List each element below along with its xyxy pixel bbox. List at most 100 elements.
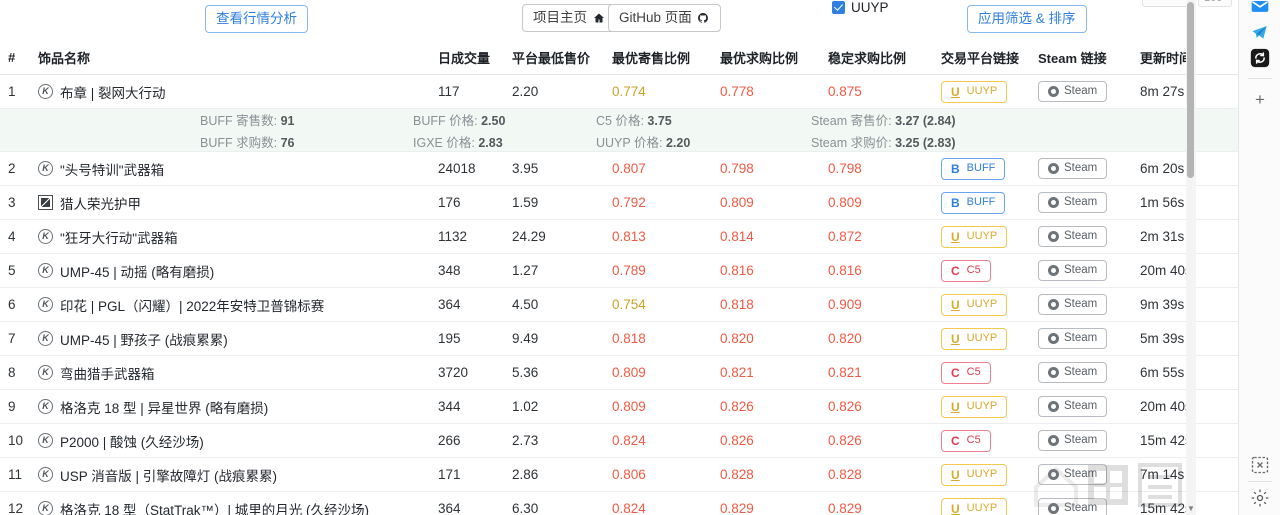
mail-icon[interactable] bbox=[1250, 0, 1270, 16]
table-row[interactable]: 1 布章 | 裂网大行动 117 2.20 0.774 0.778 0.875 U UUYP St… bbox=[0, 74, 1238, 109]
item-cell[interactable]: USP 消音版 | 引擎故障灯 (战痕累累) bbox=[38, 465, 438, 485]
col-header-best-sell-ratio[interactable]: 最优寄售比例 bbox=[612, 42, 720, 75]
best-sell-ratio: 0.792 bbox=[612, 195, 646, 210]
table-row[interactable]: 4 "狂牙大行动"武器箱 1132 24.29 0.813 0.814 0.872 U UUYP… bbox=[0, 219, 1238, 254]
col-header-index[interactable]: # bbox=[0, 42, 24, 75]
apply-filter-sort-button[interactable]: 应用筛选 & 排序 bbox=[967, 5, 1087, 33]
uuyp-filter-checkbox[interactable]: UUYP bbox=[832, 0, 889, 15]
github-page-button[interactable]: GitHub 页面 bbox=[608, 4, 721, 32]
scrollbar-thumb[interactable] bbox=[1187, 2, 1194, 178]
row-index: 7 bbox=[8, 331, 16, 346]
platform-link-badge[interactable]: C C5 bbox=[941, 361, 991, 384]
col-header-volume[interactable]: 日成交量 bbox=[438, 42, 512, 75]
page-scrollbar[interactable]: ▼ bbox=[1186, 0, 1196, 515]
stable-buy-ratio: 0.798 bbox=[828, 161, 862, 176]
table-row[interactable]: 9 格洛克 18 型 | 异星世界 (略有磨损) 344 1.02 0.809 0.826… bbox=[0, 389, 1238, 424]
steam-link-label: Steam bbox=[1064, 433, 1098, 446]
steam-link-button[interactable]: Steam bbox=[1038, 327, 1108, 350]
table-row[interactable]: 3 猎人荣光护甲 176 1.59 0.792 0.809 0.809 B BUFF Steam 1… bbox=[0, 185, 1238, 220]
item-cell[interactable]: 格洛克 18 型（StatTrak™）| 城里的月光 (久经沙场) bbox=[38, 499, 438, 515]
steam-link-button[interactable]: Steam bbox=[1038, 259, 1108, 282]
steam-link-button[interactable]: Steam bbox=[1038, 395, 1108, 418]
table-row[interactable]: 7 UMP-45 | 野孩子 (战痕累累) 195 9.49 0.818 0.820 0.8… bbox=[0, 321, 1238, 356]
platform-label: UUYP bbox=[966, 298, 998, 310]
platform-label: C5 bbox=[966, 264, 981, 276]
item-cell[interactable]: 猎人荣光护甲 bbox=[38, 193, 438, 213]
scrollbar-down-arrow[interactable]: ▼ bbox=[1186, 505, 1196, 513]
steam-link-button[interactable]: Steam bbox=[1038, 225, 1108, 248]
col-header-steam-link[interactable]: Steam 链接 bbox=[1038, 42, 1140, 75]
platform-glyph-icon: C bbox=[951, 433, 960, 448]
item-cell[interactable]: 布章 | 裂网大行动 bbox=[38, 82, 438, 102]
steam-link-button[interactable]: Steam bbox=[1038, 361, 1108, 384]
steam-link-button[interactable]: Steam bbox=[1038, 191, 1108, 214]
platform-link-badge[interactable]: C C5 bbox=[941, 429, 991, 452]
steam-link-button[interactable]: Steam bbox=[1038, 429, 1108, 452]
platform-label: C5 bbox=[966, 434, 981, 446]
platform-link-badge[interactable]: U UUYP bbox=[941, 395, 1008, 418]
project-home-button[interactable]: 项目主页 bbox=[522, 4, 616, 32]
item-cell[interactable]: P2000 | 酸蚀 (久经沙场) bbox=[38, 431, 438, 451]
table-row[interactable]: 2 "头号特训"武器箱 24018 3.95 0.807 0.798 0.798 B BUFF S… bbox=[0, 151, 1238, 186]
steam-link-button[interactable]: Steam bbox=[1038, 80, 1108, 103]
igxe-price-value: 2.83 bbox=[478, 135, 503, 150]
agent-icon bbox=[38, 195, 53, 210]
github-page-label: GitHub 页面 bbox=[619, 10, 692, 25]
table-row[interactable]: 10 P2000 | 酸蚀 (久经沙场) 266 2.73 0.824 0.826 0.82… bbox=[0, 423, 1238, 458]
platform-glyph-icon: U bbox=[951, 399, 960, 414]
col-header-price[interactable]: 平台最低售价 bbox=[512, 42, 612, 75]
plus-icon[interactable]: + bbox=[1250, 90, 1270, 110]
cs-weapon-icon bbox=[38, 433, 53, 448]
table-row[interactable]: 5 UMP-45 | 动摇 (略有磨损) 348 1.27 0.789 0.816 0.81… bbox=[0, 253, 1238, 288]
stable-buy-ratio: 0.875 bbox=[828, 84, 862, 99]
detail-grid: BUFF 寄售数: 91 BUFF 求购数: 76 BUFF 价格: 2.50 IGX… bbox=[0, 109, 1238, 151]
platform-link-badge[interactable]: U UUYP bbox=[941, 80, 1008, 103]
steam-icon bbox=[1048, 86, 1059, 97]
item-cell[interactable]: UMP-45 | 野孩子 (战痕累累) bbox=[38, 329, 438, 349]
page-size-input[interactable]: 100 bbox=[1198, 0, 1232, 7]
table-row[interactable]: 12 格洛克 18 型（StatTrak™）| 城里的月光 (久经沙场) 364 6.… bbox=[0, 491, 1238, 515]
table-row[interactable]: 11 USP 消音版 | 引擎故障灯 (战痕累累) 171 2.86 0.806 0.82… bbox=[0, 457, 1238, 492]
c5-price-line: C5 价格: 3.75 bbox=[596, 113, 672, 128]
stable-buy-ratio: 0.828 bbox=[828, 467, 862, 482]
row-index: 11 bbox=[8, 467, 23, 482]
platform-link-badge[interactable]: U UUYP bbox=[941, 225, 1008, 248]
item-cell[interactable]: 弯曲猎手武器箱 bbox=[38, 363, 438, 383]
sync-icon[interactable] bbox=[1250, 48, 1270, 68]
col-header-stable-buy-ratio[interactable]: 稳定求购比例 bbox=[828, 42, 941, 75]
daily-volume: 195 bbox=[438, 331, 461, 346]
platform-link-badge[interactable]: U UUYP bbox=[941, 327, 1008, 350]
telegram-icon[interactable] bbox=[1250, 22, 1270, 42]
col-header-platform-link[interactable]: 交易平台链接 bbox=[941, 42, 1038, 75]
snip-icon[interactable] bbox=[1250, 455, 1270, 475]
best-buy-ratio: 0.778 bbox=[720, 84, 754, 99]
platform-link-badge[interactable]: U UUYP bbox=[941, 497, 1008, 515]
gear-icon[interactable] bbox=[1250, 488, 1270, 508]
item-cell[interactable]: 印花 | PGL（闪耀）| 2022年安特卫普锦标赛 bbox=[38, 295, 438, 315]
platform-link-badge[interactable]: B BUFF bbox=[941, 191, 1006, 214]
platform-link-badge[interactable]: U UUYP bbox=[941, 293, 1008, 316]
platform-link-badge[interactable]: C C5 bbox=[941, 259, 991, 282]
row-index: 12 bbox=[8, 501, 24, 515]
steam-link-button[interactable]: Steam bbox=[1038, 293, 1108, 316]
top-toolbar: 查看行情分析 项目主页 GitHub 页面 UUYP 应用筛选 & 排序 bbox=[0, 0, 1238, 42]
platform-link-badge[interactable]: U UUYP bbox=[941, 463, 1008, 486]
buff-listings-line: BUFF 寄售数: 91 bbox=[200, 113, 295, 128]
table-row[interactable]: 6 印花 | PGL（闪耀）| 2022年安特卫普锦标赛 364 4.50 0.754 0… bbox=[0, 287, 1238, 322]
col-header-name[interactable]: 饰品名称 bbox=[24, 42, 438, 75]
steam-link-button[interactable]: Steam bbox=[1038, 497, 1108, 515]
table-row[interactable]: 8 弯曲猎手武器箱 3720 5.36 0.809 0.821 0.821 C C5 Steam 6… bbox=[0, 355, 1238, 390]
buff-igxe-price-column: BUFF 价格: 2.50 IGXE 价格: 2.83 bbox=[413, 110, 596, 151]
view-market-analysis-button[interactable]: 查看行情分析 bbox=[205, 5, 308, 33]
lowest-price: 24.29 bbox=[512, 229, 546, 244]
steam-icon bbox=[1048, 469, 1059, 480]
col-header-best-buy-ratio[interactable]: 最优求购比例 bbox=[720, 42, 828, 75]
item-cell[interactable]: 格洛克 18 型 | 异星世界 (略有磨损) bbox=[38, 397, 438, 417]
steam-link-button[interactable]: Steam bbox=[1038, 463, 1108, 486]
item-cell[interactable]: "头号特训"武器箱 bbox=[38, 159, 438, 179]
platform-link-badge[interactable]: B BUFF bbox=[941, 157, 1006, 180]
checkbox-indicator[interactable] bbox=[832, 1, 845, 14]
item-cell[interactable]: UMP-45 | 动摇 (略有磨损) bbox=[38, 261, 438, 281]
item-cell[interactable]: "狂牙大行动"武器箱 bbox=[38, 227, 438, 247]
steam-link-button[interactable]: Steam bbox=[1038, 157, 1108, 180]
